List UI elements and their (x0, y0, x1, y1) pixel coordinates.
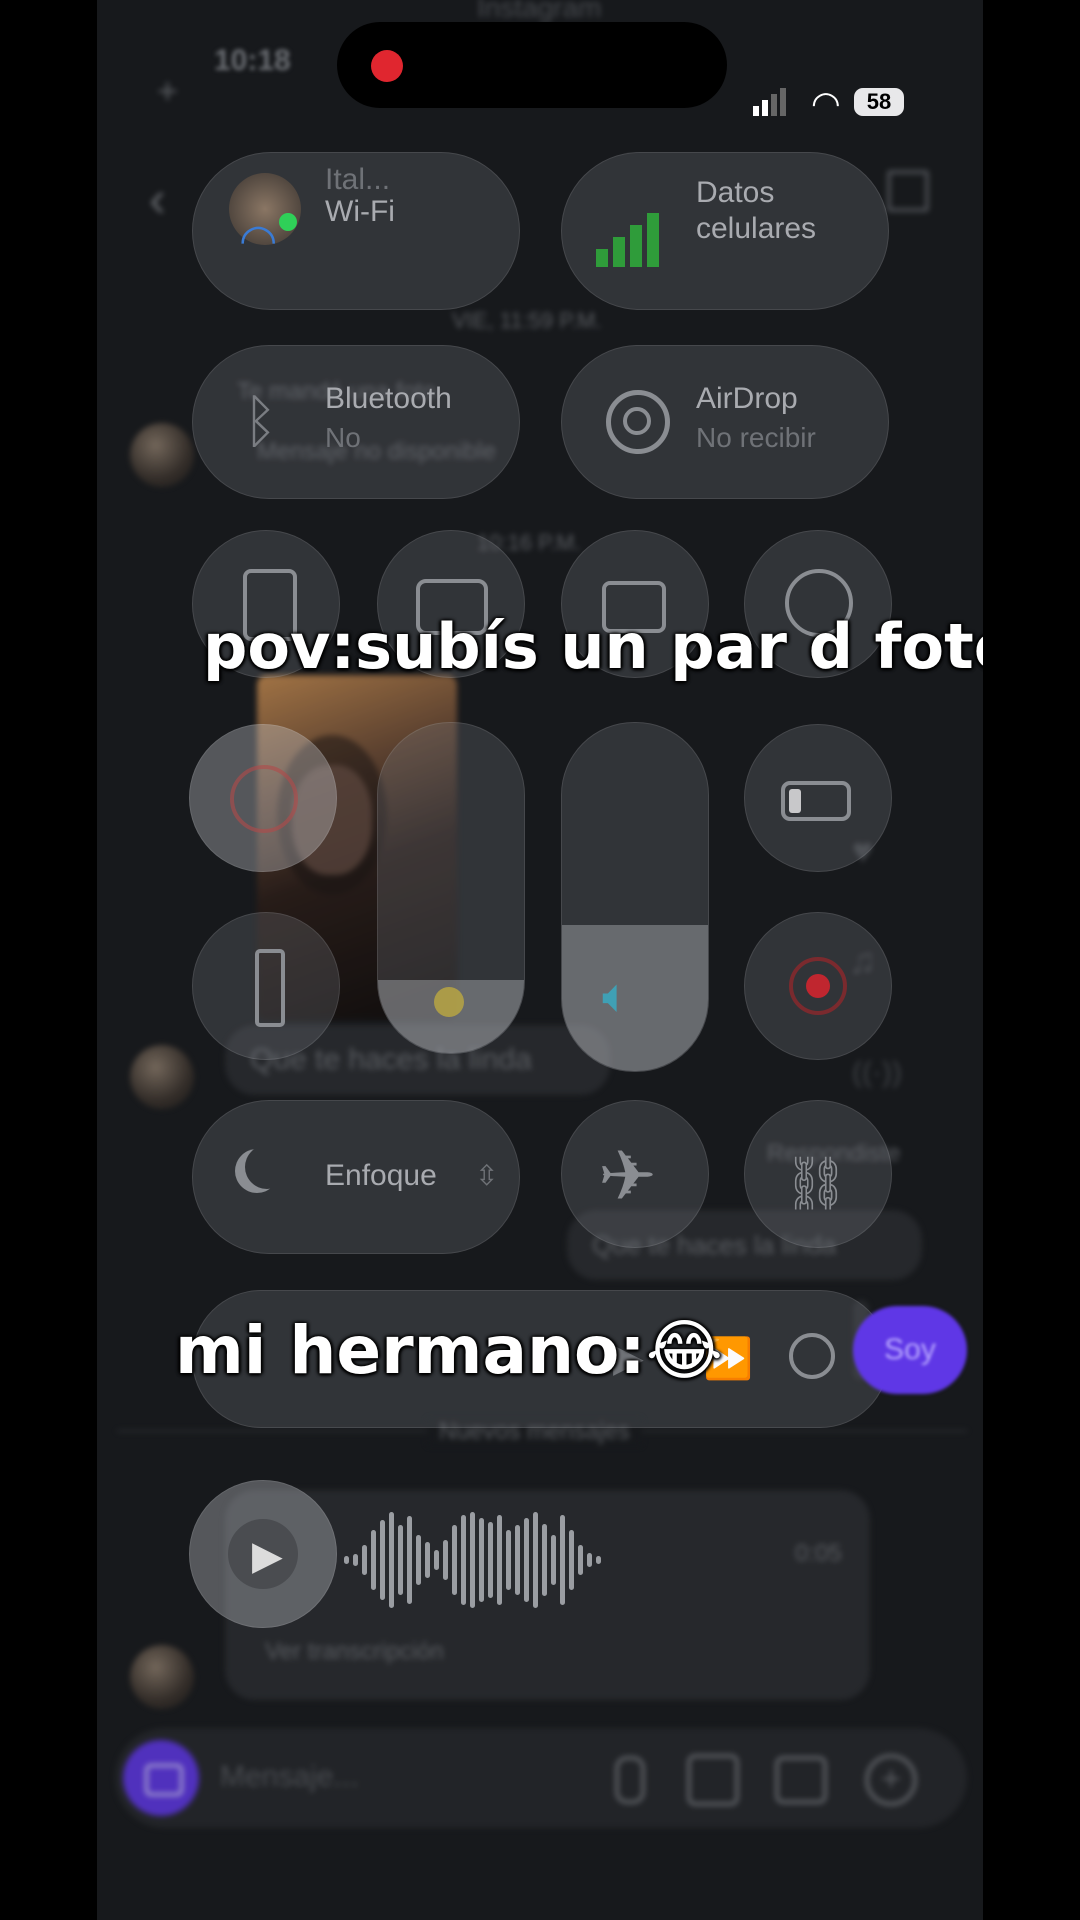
cellular-label: Datos celulares (696, 176, 817, 245)
broadcast-icon[interactable]: ((·)) (852, 1056, 902, 1090)
wifi-connected-dot (279, 213, 297, 231)
flashlight-button[interactable] (192, 912, 340, 1060)
link-icon: ⛓ (783, 1155, 850, 1213)
focus-tile[interactable]: Enfoque ⇳ (192, 1100, 520, 1254)
moon-icon (245, 1145, 289, 1189)
cellular-tile[interactable]: Datos celulares (561, 152, 889, 310)
airdrop-label: AirDrop (696, 382, 798, 415)
brightness-slider[interactable] (377, 722, 525, 1054)
bluetooth-status: No (325, 422, 361, 453)
date-separator-1: VIE, 11:59 P.M. (452, 308, 602, 333)
hotspot-button[interactable]: ⛓ (744, 1100, 892, 1248)
voice-waveform (342, 1500, 603, 1620)
wifi-tile[interactable]: ◠ Ital... Wi-Fi (192, 152, 520, 310)
airdrop-status: No recibir (696, 422, 816, 453)
low-power-button[interactable] (744, 724, 892, 872)
bluetooth-icon: ᛒ (243, 389, 278, 454)
app-title: Instagram (477, 0, 602, 23)
airplane-icon: ✈ (598, 1137, 657, 1215)
airplane-mode-button[interactable]: ✈ (561, 1100, 709, 1248)
speaker-icon: 🔈︎ (602, 970, 631, 1023)
bluetooth-tile[interactable]: ᛒ Bluetooth No (192, 345, 520, 499)
gallery-icon[interactable] (687, 1754, 739, 1806)
airplay-audio-icon[interactable] (789, 1333, 835, 1379)
dark-mode-button[interactable]: ▶ (189, 1480, 337, 1628)
sender-avatar[interactable] (130, 423, 194, 487)
volume-fill (562, 924, 708, 1071)
wifi-label: Wi-Fi (325, 195, 395, 228)
message-composer[interactable]: Mensaje... + (115, 1728, 967, 1828)
recording-indicator (371, 50, 403, 82)
composer-input[interactable]: Mensaje... (220, 1760, 358, 1794)
flag-icon[interactable] (887, 170, 929, 212)
signal-icon (753, 88, 786, 121)
caption-bottom: mi hermano:😂 (175, 1312, 723, 1389)
dynamic-island (337, 22, 727, 108)
back-icon[interactable]: ‹ (149, 170, 166, 228)
wifi-status-icon: ◠ (811, 85, 841, 123)
voice-transcript-link[interactable]: Ver transcripción (265, 1638, 444, 1666)
wifi-icon: ◠ (239, 216, 278, 265)
bluetooth-label: Bluetooth (325, 382, 452, 415)
dark-mode-icon: ▶ (228, 1519, 298, 1589)
volume-slider[interactable]: 🔈︎ (561, 722, 709, 1072)
brightness-icon (434, 987, 464, 1017)
orientation-lock-button[interactable] (189, 724, 337, 872)
sender-avatar-3[interactable] (130, 1645, 194, 1709)
add-circle-icon[interactable]: + (865, 1754, 917, 1806)
flashlight-icon (255, 949, 285, 1027)
focus-label: Enfoque (325, 1159, 437, 1192)
add-icon[interactable]: + (157, 70, 178, 112)
camera-button[interactable] (123, 1740, 199, 1816)
wifi-network-name: Ital... (325, 163, 391, 196)
battery-indicator: 58 (854, 88, 904, 116)
status-time: 10:18 (214, 44, 291, 77)
sticker-icon[interactable] (775, 1756, 827, 1804)
sent-message-bubble[interactable]: Soy (853, 1306, 967, 1394)
camera-icon (145, 1764, 183, 1796)
battery-icon (781, 781, 851, 821)
screen-record-icon (789, 957, 847, 1015)
voice-duration: 0:05 (795, 1540, 842, 1567)
cellular-signal-icon (596, 213, 659, 272)
microphone-icon[interactable] (615, 1756, 645, 1804)
orientation-lock-icon (230, 765, 298, 833)
phone-screen: Instagram + ‹ VIE, 11:59 P.M. Te mandé u… (97, 0, 983, 1920)
sender-avatar-2[interactable] (130, 1045, 194, 1109)
caption-top: pov:subís un par d fotos (203, 610, 983, 683)
airdrop-icon (606, 390, 670, 454)
airdrop-tile[interactable]: AirDrop No recibir (561, 345, 889, 499)
screen-record-button[interactable] (744, 912, 892, 1060)
chevron-updown-icon: ⇳ (475, 1160, 499, 1191)
